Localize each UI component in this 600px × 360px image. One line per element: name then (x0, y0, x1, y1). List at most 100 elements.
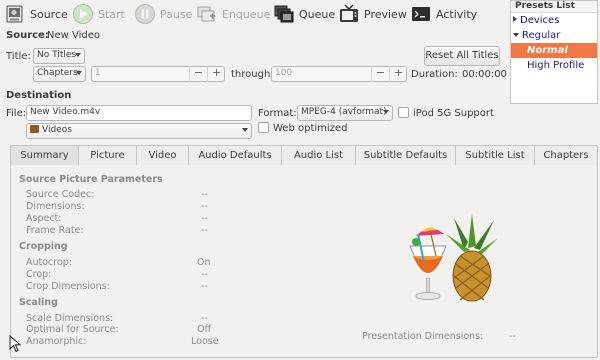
presets-header: Presets List (511, 1, 597, 13)
queue-button[interactable]: Queue (273, 2, 335, 26)
source-codec-value: -- (201, 189, 208, 200)
dimensions-label: Dimensions: (26, 201, 85, 212)
reset-all-titles-button[interactable]: Reset All Titles (424, 46, 500, 66)
through-label: through (231, 69, 271, 80)
aspect-value: -- (201, 213, 208, 224)
optimal-label: Optimal for Source: (26, 324, 119, 335)
start-icon (72, 3, 94, 25)
preset-label: Devices (520, 15, 560, 26)
folder-value: Videos (42, 125, 72, 135)
preset-group-regular[interactable]: Regular (511, 28, 597, 43)
preview-button[interactable]: Preview (338, 2, 407, 26)
enqueue-button[interactable]: Enqueue (196, 2, 270, 26)
chevron-down-icon (383, 110, 389, 114)
preset-normal[interactable]: Normal (511, 43, 597, 58)
cropping-heading: Cropping (19, 241, 68, 252)
preview-label: Preview (364, 7, 407, 21)
presets-list[interactable]: Presets List Devices Regular Normal High… (510, 0, 598, 104)
source-button[interactable]: Source (4, 2, 68, 26)
destination-heading: Destination (6, 90, 72, 101)
enqueue-icon (196, 3, 218, 25)
mouse-cursor-icon (9, 334, 22, 353)
format-value: MPEG-4 (avformat) (301, 107, 387, 117)
destination-folder-select[interactable]: Videos (26, 123, 252, 139)
presentation-dimensions-label: Presentation Dimensions: (362, 331, 484, 342)
tab-picture[interactable]: Picture (79, 145, 137, 166)
title-select[interactable]: No Titles (33, 48, 85, 64)
pause-icon (134, 3, 156, 25)
preset-label: Regular (522, 30, 561, 41)
title-select-value: No Titles (37, 50, 77, 60)
tab-audio-defaults[interactable]: Audio Defaults (189, 145, 282, 166)
presentation-dimensions-value: -- (509, 331, 516, 342)
scaling-heading: Scaling (19, 297, 58, 308)
ipod-5g-label: iPod 5G Support (413, 108, 494, 119)
chapters-mode-value: Chapters: (37, 68, 81, 78)
crop-label: Crop: (26, 269, 52, 280)
scale-dimensions-label: Scale Dimensions: (26, 313, 114, 324)
chapter-end-value: 100 (275, 68, 293, 78)
anamorphic-value: Loose (191, 336, 219, 347)
chevron-down-icon (242, 128, 248, 132)
format-select[interactable]: MPEG-4 (avformat) (297, 105, 393, 121)
settings-tabs: Summary Picture Video Audio Defaults Aud… (10, 145, 598, 166)
tab-subtitle-list[interactable]: Subtitle List (456, 145, 535, 166)
start-button[interactable]: Start (72, 2, 125, 26)
tab-audio-list[interactable]: Audio List (282, 145, 356, 166)
aspect-label: Aspect: (26, 213, 62, 224)
chevron-down-icon (75, 53, 81, 57)
file-label: File: (6, 108, 27, 119)
optimal-value: Off (197, 324, 212, 335)
source-name: New Video (47, 30, 101, 41)
duration-label: Duration: (411, 69, 458, 80)
source-caption: Source: (6, 30, 49, 41)
tab-subtitle-defaults[interactable]: Subtitle Defaults (356, 145, 456, 166)
crop-value: -- (201, 269, 208, 280)
ipod-5g-checkbox[interactable] (398, 107, 409, 118)
chapter-start-value: 1 (95, 68, 101, 78)
chevron-down-icon (76, 71, 82, 75)
queue-label: Queue (299, 7, 336, 21)
web-optimized-label: Web optimized (273, 123, 348, 134)
chapter-end-plus[interactable]: + (389, 66, 407, 82)
preset-high-profile[interactable]: High Profile (511, 58, 597, 73)
source-icon (4, 3, 26, 25)
format-label: Format: (258, 108, 297, 119)
preset-group-devices[interactable]: Devices (511, 13, 597, 28)
source-label: Source (30, 7, 68, 21)
start-label: Start (98, 7, 125, 21)
duration-value: 00:00:00 (462, 69, 507, 80)
anamorphic-label: Anamorphic: (26, 336, 87, 347)
tab-video[interactable]: Video (137, 145, 189, 166)
title-label: Title: (6, 51, 31, 62)
source-codec-label: Source Codec: (26, 189, 95, 200)
activity-icon (410, 3, 432, 25)
tab-summary[interactable]: Summary (10, 145, 79, 166)
crop-dimensions-value: -- (201, 281, 208, 292)
chapter-end-minus[interactable]: − (371, 66, 389, 82)
activity-button[interactable]: Activity (410, 2, 477, 26)
file-name-value: New Video.m4v (30, 107, 101, 117)
expand-arrow-icon (513, 16, 517, 22)
autocrop-label: Autocrop: (26, 257, 73, 268)
tab-chapters[interactable]: Chapters (535, 145, 598, 166)
queue-icon (273, 3, 295, 25)
collapse-arrow-icon (513, 33, 519, 37)
file-name-input[interactable]: New Video.m4v (26, 105, 252, 121)
enqueue-label: Enqueue (222, 7, 271, 21)
autocrop-value: On (197, 257, 211, 268)
chapters-mode-select[interactable]: Chapters: (33, 66, 86, 82)
chapter-start-plus[interactable]: + (207, 66, 225, 82)
web-optimized-checkbox[interactable] (258, 122, 269, 133)
crop-dimensions-label: Crop Dimensions: (26, 281, 110, 292)
source-params-heading: Source Picture Parameters (19, 174, 163, 185)
scale-dimensions-value: -- (201, 313, 208, 324)
handbrake-logo (402, 212, 502, 308)
chapter-start-minus[interactable]: − (189, 66, 207, 82)
activity-label: Activity (436, 7, 478, 21)
frame-rate-label: Frame Rate: (26, 225, 84, 236)
dimensions-value: -- (201, 201, 208, 212)
preview-icon (338, 3, 360, 25)
pause-button[interactable]: Pause (134, 2, 192, 26)
frame-rate-value: -- (201, 225, 208, 236)
